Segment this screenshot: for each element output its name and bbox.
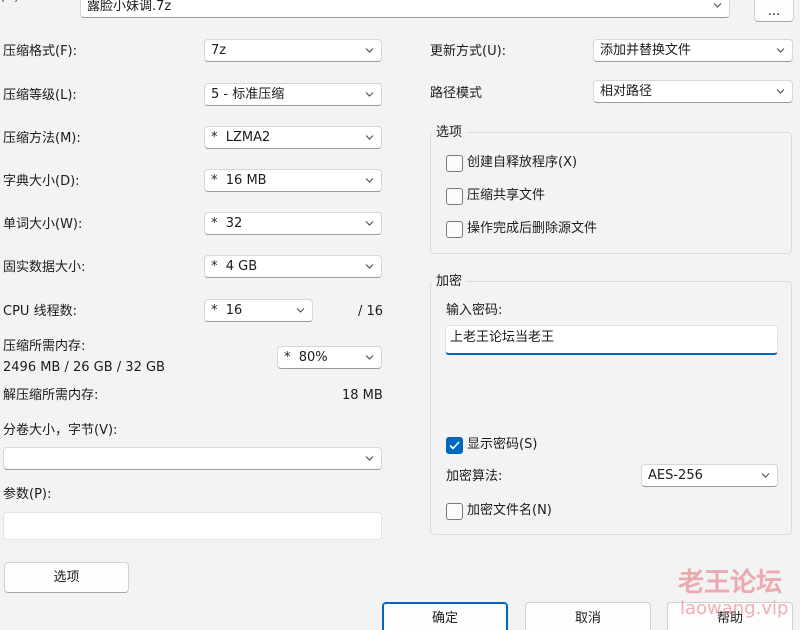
method-label: 压缩方法(M):	[3, 131, 81, 146]
dict-label: 字典大小(D):	[3, 174, 80, 189]
shared-label[interactable]: 压缩共享文件	[467, 187, 545, 205]
algo-label: 加密算法:	[446, 469, 503, 484]
mem-detail: 2496 MB / 26 GB / 32 GB	[3, 360, 165, 375]
password-input[interactable]: 上老王论坛当老王	[445, 325, 778, 355]
dict-select[interactable]: * 16 MB	[204, 169, 382, 192]
browse-button[interactable]: ...	[754, 0, 794, 22]
cpu-max: / 16	[358, 304, 384, 319]
chevron-down-icon	[365, 456, 374, 461]
encrypt-names-checkbox[interactable]	[446, 503, 463, 520]
mem-percent-select[interactable]: * 80%	[277, 346, 382, 369]
level-select[interactable]: 5 - 标准压缩	[204, 83, 382, 106]
cancel-button-label: 取消	[574, 611, 601, 626]
dict-value: * 16 MB	[211, 173, 267, 188]
split-label: 分卷大小，字节(V):	[3, 423, 118, 438]
decomp-mem-label: 解压缩所需内存:	[3, 388, 99, 403]
format-label: 压缩格式(F):	[3, 44, 78, 59]
shared-checkbox[interactable]	[446, 188, 463, 205]
method-select[interactable]: * LZMA2	[204, 126, 382, 149]
encrypt-names-label[interactable]: 加密文件名(N)	[467, 502, 552, 520]
split-select[interactable]	[3, 447, 382, 470]
sfx-checkbox[interactable]	[446, 155, 463, 172]
browse-label: ...	[767, 4, 781, 19]
solid-value: * 4 GB	[211, 259, 258, 274]
word-label: 单词大小(W):	[3, 217, 83, 232]
chevron-down-icon	[713, 3, 722, 8]
chevron-down-icon	[761, 473, 770, 478]
password-label: 输入密码:	[446, 303, 503, 318]
password-value: 上老王论坛当老王	[450, 330, 555, 345]
chevron-down-icon	[365, 135, 374, 140]
chevron-down-icon	[365, 355, 374, 360]
method-value: * LZMA2	[211, 130, 271, 145]
encryption-group-title: 加密	[432, 273, 467, 291]
watermark-title: 老王论坛	[678, 568, 783, 598]
chevron-down-icon	[296, 308, 305, 313]
chevron-down-icon	[365, 221, 374, 226]
cancel-button[interactable]: 取消	[525, 602, 651, 630]
cpu-value: * 16	[211, 303, 243, 318]
path-value: 相对路径	[600, 84, 653, 99]
update-select[interactable]: 添加并替换文件	[593, 39, 793, 62]
params-input[interactable]	[3, 512, 382, 540]
path-select[interactable]: 相对路径	[593, 80, 793, 103]
algo-value: AES-256	[648, 468, 703, 483]
cpu-select[interactable]: * 16	[204, 299, 313, 322]
update-value: 添加并替换文件	[600, 43, 692, 58]
show-password-checkbox[interactable]	[446, 437, 463, 454]
word-value: * 32	[211, 216, 243, 231]
format-value: 7z	[211, 43, 227, 58]
delete-source-label[interactable]: 操作完成后删除源文件	[467, 220, 597, 238]
level-value: 5 - 标准压缩	[211, 87, 285, 102]
algo-select[interactable]: AES-256	[641, 464, 778, 487]
sfx-label[interactable]: 创建自释放程序(X)	[467, 154, 577, 172]
format-select[interactable]: 7z	[204, 39, 382, 62]
options-button[interactable]: 选项	[4, 562, 129, 593]
options-group-title: 选项	[432, 124, 467, 142]
options-button-label: 选项	[53, 570, 80, 585]
decomp-mem-value: 18 MB	[342, 388, 383, 403]
word-select[interactable]: * 32	[204, 212, 382, 235]
ok-button-label: 确定	[431, 611, 458, 626]
level-label: 压缩等级(L):	[3, 88, 77, 103]
show-password-label[interactable]: 显示密码(S)	[467, 436, 537, 454]
params-label: 参数(P):	[3, 487, 52, 502]
cpu-label: CPU 线程数:	[3, 304, 77, 319]
update-label: 更新方式(U):	[430, 44, 507, 59]
ok-button[interactable]: 确定	[382, 602, 508, 630]
mem-label: 压缩所需内存:	[3, 339, 86, 354]
chevron-down-icon	[365, 178, 374, 183]
path-label: 路径模式	[430, 86, 483, 101]
watermark-url: laowang.vip	[680, 598, 789, 619]
chevron-down-icon	[776, 89, 785, 94]
mem-percent-value: * 80%	[284, 350, 328, 365]
archive-name-combo[interactable]: 露脸小妹调.7z	[80, 0, 730, 18]
archive-label-fragment: (A)	[0, 0, 19, 6]
archive-name-value: 露脸小妹调.7z	[87, 0, 172, 14]
delete-source-checkbox[interactable]	[446, 221, 463, 238]
solid-label: 固实数据大小:	[3, 260, 86, 275]
checkmark-icon	[449, 441, 460, 450]
chevron-down-icon	[365, 48, 374, 53]
solid-select[interactable]: * 4 GB	[204, 255, 382, 278]
chevron-down-icon	[365, 92, 374, 97]
chevron-down-icon	[365, 264, 374, 269]
chevron-down-icon	[776, 48, 785, 53]
